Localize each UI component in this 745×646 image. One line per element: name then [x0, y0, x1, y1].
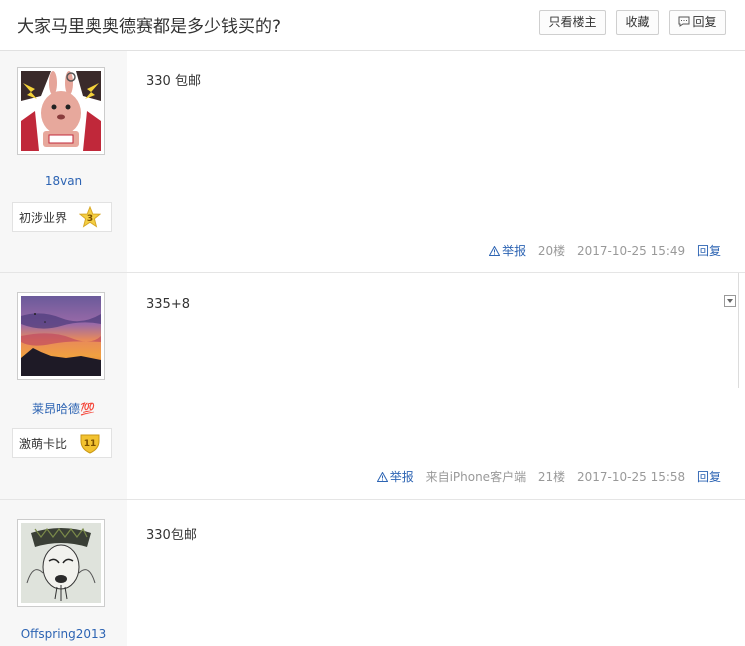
reply-button-label: 回复 — [692, 15, 717, 29]
reply-link[interactable]: 回复 — [697, 470, 721, 484]
triangle-down-icon — [727, 299, 733, 303]
favorite-button[interactable]: 收藏 — [616, 10, 659, 35]
post-floor-21: 莱昂哈德💯 激萌卡比 11 335+8 举报 来自iPhone客户端 21楼 2… — [0, 273, 745, 500]
reply-link[interactable]: 回复 — [697, 244, 721, 258]
badge-title: 激萌卡比 — [19, 437, 68, 451]
report-link[interactable]: 举报 — [376, 470, 418, 484]
avatar[interactable] — [17, 67, 105, 155]
author-sidebar: 莱昂哈德💯 激萌卡比 11 — [0, 273, 127, 499]
avatar[interactable] — [17, 519, 105, 607]
avatar[interactable] — [17, 292, 105, 380]
username-link[interactable]: Offspring2013 — [0, 627, 127, 641]
star-level-icon: 3 — [79, 206, 101, 228]
sunset-landscape-avatar-icon — [21, 296, 101, 376]
floor-number: 20楼 — [537, 244, 566, 258]
post-content: 330 包邮 — [146, 74, 201, 89]
post-tail: 举报 来自iPhone客户端 21楼 2017-10-25 15:58 回复 — [369, 468, 721, 485]
post-source: 来自iPhone客户端 — [425, 470, 527, 484]
report-label: 举报 — [389, 470, 414, 484]
post-time: 2017-10-25 15:49 — [577, 244, 686, 258]
username-link[interactable]: 莱昂哈德💯 — [0, 400, 127, 417]
pink-rabbit-avatar-icon — [21, 71, 101, 151]
post-floor-20: 18van 初涉业界 3 330 包邮 举报 20楼 2017-10-25 15… — [0, 51, 745, 273]
author-sidebar: Offspring2013 — [0, 500, 127, 646]
badge-level-number: 3 — [87, 214, 93, 224]
thread-header: 大家马里奥奥德赛都是多少钱买的? 只看楼主 收藏 回复 — [0, 0, 745, 51]
post-tail: 举报 20楼 2017-10-25 15:49 回复 — [481, 242, 721, 259]
warning-icon — [376, 471, 388, 482]
thread-title: 大家马里奥奥德赛都是多少钱买的? — [17, 17, 282, 37]
report-label: 举报 — [502, 244, 527, 258]
post-content: 330包邮 — [146, 528, 197, 543]
badge-title: 初涉业界 — [19, 211, 68, 225]
scrollbar-track[interactable] — [738, 273, 739, 388]
shield-level-icon: 11 — [80, 434, 100, 454]
reply-button[interactable]: 回复 — [669, 10, 726, 35]
author-sidebar: 18van 初涉业界 3 — [0, 51, 127, 272]
post-time: 2017-10-25 15:58 — [577, 470, 686, 484]
level-badge[interactable]: 初涉业界 3 — [12, 202, 112, 232]
post-floor-22: Offspring2013 330包邮 — [0, 500, 745, 646]
warning-icon — [489, 245, 501, 256]
post-menu-toggle[interactable] — [724, 295, 736, 307]
badge-level-number: 11 — [84, 439, 97, 449]
report-link[interactable]: 举报 — [489, 244, 530, 258]
post-content: 335+8 — [146, 297, 190, 312]
comment-icon — [678, 16, 690, 27]
floor-number: 21楼 — [537, 470, 566, 484]
face-artwork-avatar-icon — [21, 523, 101, 603]
username-link[interactable]: 18van — [0, 174, 127, 188]
only-op-button[interactable]: 只看楼主 — [539, 10, 606, 35]
level-badge[interactable]: 激萌卡比 11 — [12, 428, 112, 458]
